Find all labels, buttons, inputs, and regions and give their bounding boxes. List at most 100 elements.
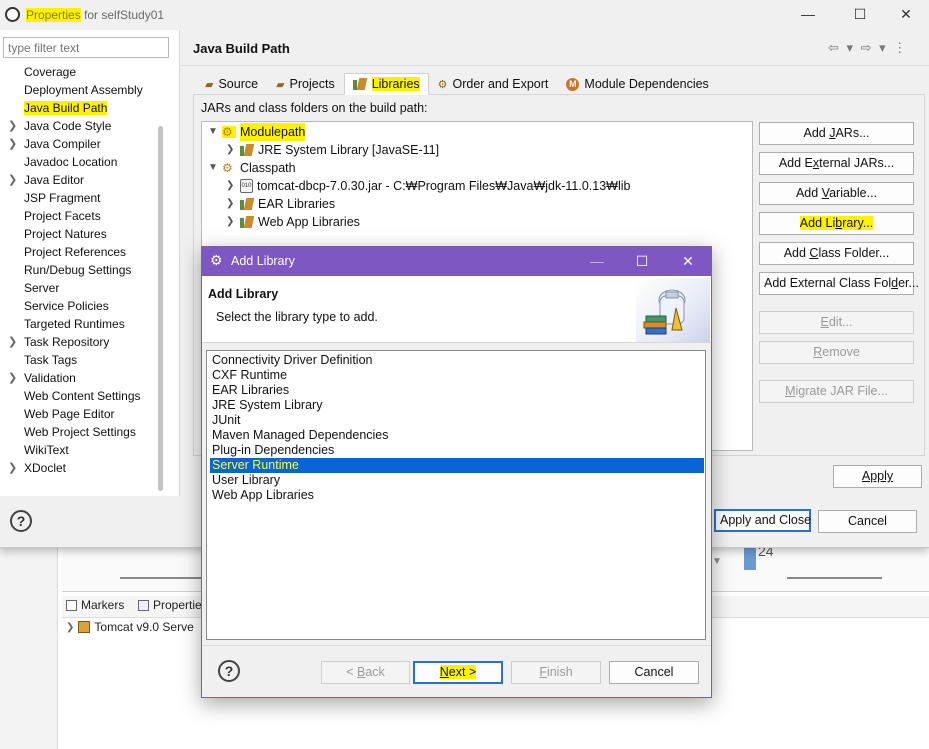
nav-item[interactable]: Targeted Runtimes [0,315,160,333]
eclipse-gear-icon: ⚙ [210,252,223,268]
library-type-item[interactable]: CXF Runtime [210,368,704,383]
dialog-close-button[interactable]: ✕ [676,250,700,272]
remove-button[interactable]: Remove [759,341,914,364]
nav-item[interactable]: ❯ Task Repository [0,333,160,351]
library-type-item[interactable]: EAR Libraries [210,383,704,398]
tree-row-jre[interactable]: ❯ JRE System Library [JavaSE-11] [226,141,439,159]
next-button[interactable]: Next > [413,661,503,684]
chevron-right-icon[interactable]: ❯ [226,141,236,159]
nav-item[interactable]: ❯ XDoclet [0,459,160,477]
maximize-button[interactable]: ☐ [848,4,872,24]
nav-item[interactable]: Run/Debug Settings [0,261,160,279]
nav-item-label: Task Repository [24,335,110,349]
library-type-item[interactable]: Connectivity Driver Definition [210,353,704,368]
library-type-item[interactable]: Maven Managed Dependencies [210,428,704,443]
tab-order-and-export[interactable]: ⚙ Order and Export [429,73,558,95]
dialog-subtitle: Select the library type to add. [216,310,378,324]
chevron-right-icon[interactable]: ❯ [8,459,17,477]
nav-item[interactable]: Deployment Assembly [0,81,160,99]
chevron-down-icon[interactable]: ▼ [208,159,218,177]
library-type-item[interactable]: JRE System Library [210,398,704,413]
cancel-button[interactable]: Cancel [818,510,917,533]
chevron-right-icon[interactable]: ❯ [226,177,236,195]
history-nav-arrows[interactable]: ⇦ ▾ ⇨ ▾ ⋮ [828,40,908,56]
library-type-item[interactable]: Web App Libraries [210,488,704,503]
add-variable-button[interactable]: Add Variable... [759,182,914,205]
editor-scrollbar-right[interactable] [787,577,882,579]
servers-tree-item[interactable]: ❯ Tomcat v9.0 Serve [66,620,194,634]
tab-properties[interactable]: Propertie [138,598,202,612]
add-external-jars-button[interactable]: Add External JARs... [759,152,914,175]
chevron-right-icon[interactable]: ❯ [66,622,74,633]
library-type-item[interactable]: JUnit [210,413,704,428]
dialog-maximize-button[interactable]: ☐ [630,250,654,272]
add-jars-button[interactable]: Add JARs... [759,122,914,145]
nav-item[interactable]: Project References [0,243,160,261]
apply-and-close-button[interactable]: Apply and Close [714,509,811,532]
dialog-minimize-button[interactable]: — [585,250,609,272]
tab-module-dependencies[interactable]: M Module Dependencies [557,73,717,95]
scroll-down-arrow-icon[interactable]: ▼ [712,556,722,567]
nav-item-label: Validation [24,371,76,385]
nav-item[interactable]: WikiText [0,441,160,459]
workbench-left-strip [0,548,58,749]
chevron-right-icon[interactable]: ❯ [8,369,17,387]
library-type-item[interactable]: Plug-in Dependencies [210,443,704,458]
chevron-right-icon[interactable]: ❯ [8,117,17,135]
add-library-button[interactable]: Add Library... [759,212,914,235]
add-external-class-folder-button[interactable]: Add External Class Folder... [759,272,919,295]
migrate-jar-button[interactable]: Migrate JAR File... [759,380,914,403]
tree-label-modulepath: Modulepath [240,123,306,141]
chevron-right-icon[interactable]: ❯ [8,135,17,153]
nav-item[interactable]: Service Policies [0,297,160,315]
nav-item-label: Coverage [24,65,77,79]
minimize-button[interactable]: — [796,4,820,24]
tab-libraries[interactable]: Libraries [343,73,429,95]
dialog-cancel-button[interactable]: Cancel [609,661,699,684]
tab-label: Source [218,77,259,91]
filter-input[interactable] [3,37,169,58]
chevron-right-icon[interactable]: ❯ [226,195,236,213]
nav-item[interactable]: Web Project Settings [0,423,160,441]
apply-button[interactable]: Apply [833,465,922,488]
order-export-icon: ⚙ [437,78,448,91]
chevron-right-icon[interactable]: ❯ [8,171,17,189]
nav-item[interactable]: Web Page Editor [0,405,160,423]
tree-row-webapp[interactable]: ❯ Web App Libraries [226,213,360,231]
chevron-down-icon[interactable]: ▼ [208,123,218,141]
nav-item[interactable]: ❯ Java Editor [0,171,160,189]
nav-item[interactable]: ❯ Validation [0,369,160,387]
nav-item[interactable]: Server [0,279,160,297]
tab-projects[interactable]: ▰ Projects [267,73,344,95]
left-panel-scrollbar[interactable] [158,126,163,491]
back-button[interactable]: < Back [321,661,410,684]
tree-row-ear[interactable]: ❯ EAR Libraries [226,195,335,213]
nav-item[interactable]: ❯ Java Code Style [0,117,160,135]
nav-item[interactable]: Web Content Settings [0,387,160,405]
library-type-item[interactable]: User Library [210,473,704,488]
tree-row-classpath[interactable]: ▼ ⚙ Classpath [208,159,296,177]
nav-item[interactable]: ❯ Java Compiler [0,135,160,153]
tab-source[interactable]: ▰ Source [196,73,267,95]
tree-row-modulepath[interactable]: ▼ ⚙ Modulepath [208,123,306,141]
nav-item[interactable]: Javadoc Location [0,153,160,171]
chevron-right-icon[interactable]: ❯ [226,213,236,231]
library-type-item[interactable]: Server Runtime [210,458,704,473]
add-class-folder-button[interactable]: Add Class Folder... [759,242,914,265]
nav-item[interactable]: JSP Fragment [0,189,160,207]
nav-item-label: WikiText [24,443,69,457]
finish-button[interactable]: Finish [511,661,601,684]
nav-item-label: Project References [24,245,127,259]
dialog-help-icon[interactable]: ? [218,660,240,682]
nav-item[interactable]: Task Tags [0,351,160,369]
tree-row-tomcat-jar[interactable]: ❯ 010 tomcat-dbcp-7.0.30.jar - C:₩Progra… [226,177,631,195]
edit-button[interactable]: Edit... [759,311,914,334]
nav-item[interactable]: Project Facets [0,207,160,225]
chevron-right-icon[interactable]: ❯ [8,333,17,351]
nav-item[interactable]: Java Build Path [0,99,160,117]
close-button[interactable]: ✕ [894,4,918,24]
nav-item[interactable]: Coverage [0,63,160,81]
help-icon[interactable]: ? [10,510,32,532]
tab-markers[interactable]: Markers [66,598,124,612]
nav-item[interactable]: Project Natures [0,225,160,243]
